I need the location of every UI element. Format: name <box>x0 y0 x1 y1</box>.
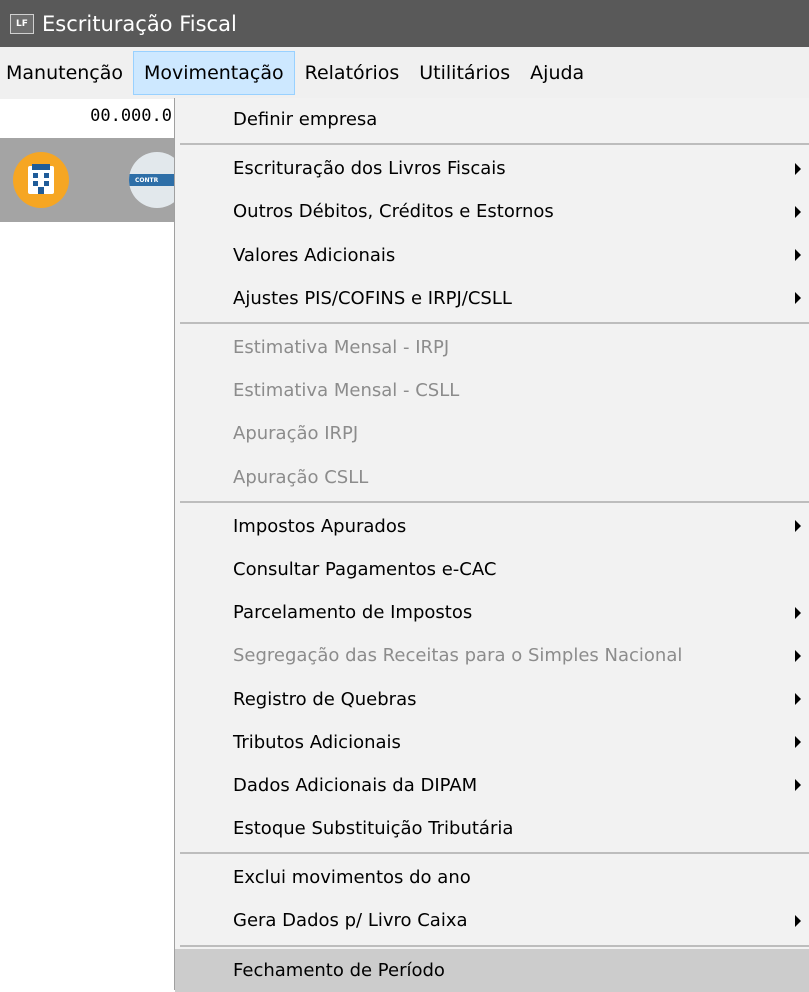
window-title: Escrituração Fiscal <box>42 11 237 36</box>
submenu-arrow-icon <box>795 779 801 792</box>
contr-toolbar-button[interactable]: CONTR <box>129 152 174 208</box>
menu-item-fechamento-de-periodo[interactable]: Fechamento de Período <box>175 948 809 992</box>
menu-item-impostos-apurados[interactable]: Impostos Apurados <box>175 505 809 548</box>
submenu-arrow-icon <box>795 520 801 533</box>
menu-item-tributos-adicionais[interactable]: Tributos Adicionais <box>175 721 809 764</box>
menu-item-segregacao-das-receitas-para-o-simples-nacional[interactable]: Segregação das Receitas para o Simples N… <box>175 634 809 677</box>
menu-item-label: Escrituração dos Livros Fiscais <box>233 158 506 180</box>
menu-item-dados-adicionais-da-dipam[interactable]: Dados Adicionais da DIPAM <box>175 764 809 807</box>
menu-item-label: Gera Dados p/ Livro Caixa <box>233 910 468 932</box>
company-toolbar-button[interactable] <box>13 152 69 208</box>
menu-item-estimativa-mensal-csll[interactable]: Estimativa Mensal - CSLL <box>175 369 809 412</box>
menu-item-apuracao-csll[interactable]: Apuração CSLL <box>175 456 809 499</box>
menu-item-label: Dados Adicionais da DIPAM <box>233 774 478 796</box>
menu-item-estoque-substituicao-tributaria[interactable]: Estoque Substituição Tributária <box>175 807 809 850</box>
submenu-arrow-icon <box>795 292 801 305</box>
menu-item-label: Definir empresa <box>233 109 378 131</box>
menu-item-label: Parcelamento de Impostos <box>233 602 473 624</box>
submenu-arrow-icon <box>795 606 801 619</box>
menu-item-label: Apuração IRPJ <box>233 423 359 445</box>
menu-item-outros-debitos-creditos-e-estornos[interactable]: Outros Débitos, Créditos e Estornos <box>175 190 809 233</box>
menu-item-valores-adicionais[interactable]: Valores Adicionais <box>175 234 809 277</box>
submenu-arrow-icon <box>795 914 801 927</box>
menu-item-ajustes-pis-cofins-e-irpj-csll[interactable]: Ajustes PIS/COFINS e IRPJ/CSLL <box>175 277 809 320</box>
submenu-arrow-icon <box>795 649 801 662</box>
menu-item-apuracao-irpj[interactable]: Apuração IRPJ <box>175 412 809 455</box>
menu-item-label: Consultar Pagamentos e-CAC <box>233 558 497 580</box>
menu-item-label: Apuração CSLL <box>233 466 369 488</box>
menu-item-label: Registro de Quebras <box>233 688 417 710</box>
menu-relatorios[interactable]: Relatórios <box>295 51 410 95</box>
submenu-arrow-icon <box>795 249 801 262</box>
menu-item-gera-dados-p-livro-caixa[interactable]: Gera Dados p/ Livro Caixa <box>175 899 809 942</box>
menu-item-consultar-pagamentos-e-cac[interactable]: Consultar Pagamentos e-CAC <box>175 548 809 591</box>
menu-item-label: Exclui movimentos do ano <box>233 867 471 889</box>
building-icon <box>28 164 54 194</box>
menu-item-label: Impostos Apurados <box>233 515 407 537</box>
menu-item-label: Estimativa Mensal - CSLL <box>233 380 460 402</box>
menu-utilitarios[interactable]: Utilitários <box>409 51 520 95</box>
contr-label: CONTR <box>129 174 174 186</box>
submenu-arrow-icon <box>795 736 801 749</box>
menu-item-escrituracao-dos-livros-fiscais[interactable]: Escrituração dos Livros Fiscais <box>175 147 809 190</box>
menu-item-registro-de-quebras[interactable]: Registro de Quebras <box>175 677 809 720</box>
menu-item-definir-empresa[interactable]: Definir empresa <box>175 98 809 141</box>
app-icon[interactable]: LF <box>10 13 34 34</box>
menu-item-estimativa-mensal-irpj[interactable]: Estimativa Mensal - IRPJ <box>175 326 809 369</box>
menu-item-label: Tributos Adicionais <box>233 731 401 753</box>
menu-item-label: Estimativa Mensal - IRPJ <box>233 337 450 359</box>
workspace <box>0 222 174 990</box>
menu-item-label: Outros Débitos, Créditos e Estornos <box>233 201 554 223</box>
menu-item-parcelamento-de-impostos[interactable]: Parcelamento de Impostos <box>175 591 809 634</box>
menu-movimentacao[interactable]: Movimentação <box>133 51 295 95</box>
menu-item-label: Fechamento de Período <box>233 959 445 981</box>
menu-bar: Manutenção Movimentação Relatórios Utilitár… <box>0 47 809 99</box>
submenu-arrow-icon <box>795 693 801 706</box>
movimentacao-dropdown-menu: Definir empresa Escrituração dos Livros F… <box>174 98 809 992</box>
title-bar: LF Escrituração Fiscal <box>0 0 809 47</box>
menu-item-label: Segregação das Receitas para o Simples N… <box>233 645 683 667</box>
toolbar: CONTR <box>0 138 174 222</box>
menu-manutencao[interactable]: Manutenção <box>0 51 133 95</box>
menu-ajuda[interactable]: Ajuda <box>520 51 594 95</box>
menu-item-label: Estoque Substituição Tributária <box>233 818 514 840</box>
menu-item-label: Valores Adicionais <box>233 244 396 266</box>
submenu-arrow-icon <box>795 162 801 175</box>
menu-item-label: Ajustes PIS/COFINS e IRPJ/CSLL <box>233 287 512 309</box>
menu-item-exclui-movimentos-do-ano[interactable]: Exclui movimentos do ano <box>175 856 809 899</box>
submenu-arrow-icon <box>795 205 801 218</box>
company-code-field[interactable]: 00.000.0 <box>0 101 174 131</box>
